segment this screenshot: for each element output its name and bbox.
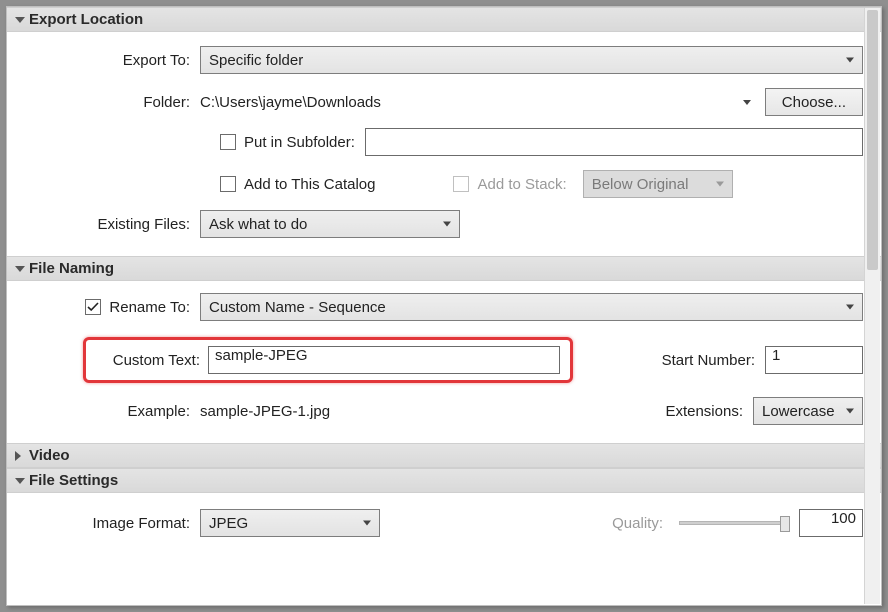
slider-thumb[interactable]: [780, 516, 790, 532]
put-in-subfolder-label: Put in Subfolder:: [244, 134, 355, 151]
section-title: File Naming: [29, 260, 114, 277]
existing-files-label: Existing Files:: [25, 216, 200, 233]
vertical-scrollbar[interactable]: [864, 8, 880, 604]
choose-folder-button[interactable]: Choose...: [765, 88, 863, 116]
example-value: sample-JPEG-1.jpg: [200, 403, 330, 420]
section-header-file-naming[interactable]: File Naming: [7, 256, 881, 281]
add-to-catalog-label: Add to This Catalog: [244, 176, 375, 193]
rename-to-label: Rename To:: [109, 299, 190, 316]
put-in-subfolder-checkbox[interactable]: [220, 134, 236, 150]
chevron-down-icon: [846, 305, 854, 310]
folder-dropdown-icon[interactable]: [743, 100, 751, 105]
image-format-label: Image Format:: [25, 515, 200, 532]
chevron-down-icon: [15, 266, 25, 272]
example-label: Example:: [25, 403, 200, 420]
stack-position-select: Below Original: [583, 170, 733, 198]
section-title: Export Location: [29, 11, 143, 28]
rename-template-value: Custom Name - Sequence: [209, 299, 386, 316]
chevron-down-icon: [846, 409, 854, 414]
folder-label: Folder:: [25, 94, 200, 111]
start-number-input[interactable]: 1: [765, 346, 863, 374]
scrollbar-thumb[interactable]: [867, 10, 878, 270]
start-number-label: Start Number:: [662, 352, 765, 369]
stack-position-value: Below Original: [592, 176, 689, 193]
extensions-label: Extensions:: [665, 403, 753, 420]
chevron-down-icon: [363, 521, 371, 526]
export-to-select[interactable]: Specific folder: [200, 46, 863, 74]
chevron-right-icon: [15, 451, 21, 461]
image-format-select[interactable]: JPEG: [200, 509, 380, 537]
image-format-value: JPEG: [209, 515, 248, 532]
custom-text-label: Custom Text:: [96, 352, 208, 369]
check-icon: [87, 301, 99, 313]
custom-text-highlight: Custom Text: sample-JPEG: [83, 337, 573, 383]
chevron-down-icon: [846, 58, 854, 63]
add-to-catalog-checkbox[interactable]: [220, 176, 236, 192]
section-header-file-settings[interactable]: File Settings: [7, 468, 881, 493]
section-title: File Settings: [29, 472, 118, 489]
section-title: Video: [29, 447, 70, 464]
export-to-value: Specific folder: [209, 52, 303, 69]
rename-template-select[interactable]: Custom Name - Sequence: [200, 293, 863, 321]
rename-to-checkbox[interactable]: [85, 299, 101, 315]
existing-files-value: Ask what to do: [209, 216, 307, 233]
export-to-label: Export To:: [25, 52, 200, 69]
existing-files-select[interactable]: Ask what to do: [200, 210, 460, 238]
subfolder-name-input[interactable]: [365, 128, 863, 156]
chevron-down-icon: [716, 182, 724, 187]
section-header-export-location[interactable]: Export Location: [7, 7, 881, 32]
chevron-down-icon: [443, 222, 451, 227]
quality-input[interactable]: 100: [799, 509, 863, 537]
custom-text-input[interactable]: sample-JPEG: [208, 346, 560, 374]
add-to-stack-checkbox: [453, 176, 469, 192]
folder-path: C:\Users\jayme\Downloads: [200, 94, 735, 111]
quality-slider[interactable]: [679, 521, 789, 525]
chevron-down-icon: [15, 17, 25, 23]
quality-label: Quality:: [612, 515, 669, 532]
extensions-select[interactable]: Lowercase: [753, 397, 863, 425]
chevron-down-icon: [15, 478, 25, 484]
extensions-value: Lowercase: [762, 403, 835, 420]
add-to-stack-label: Add to Stack:: [477, 176, 566, 193]
section-header-video[interactable]: Video: [7, 443, 881, 468]
